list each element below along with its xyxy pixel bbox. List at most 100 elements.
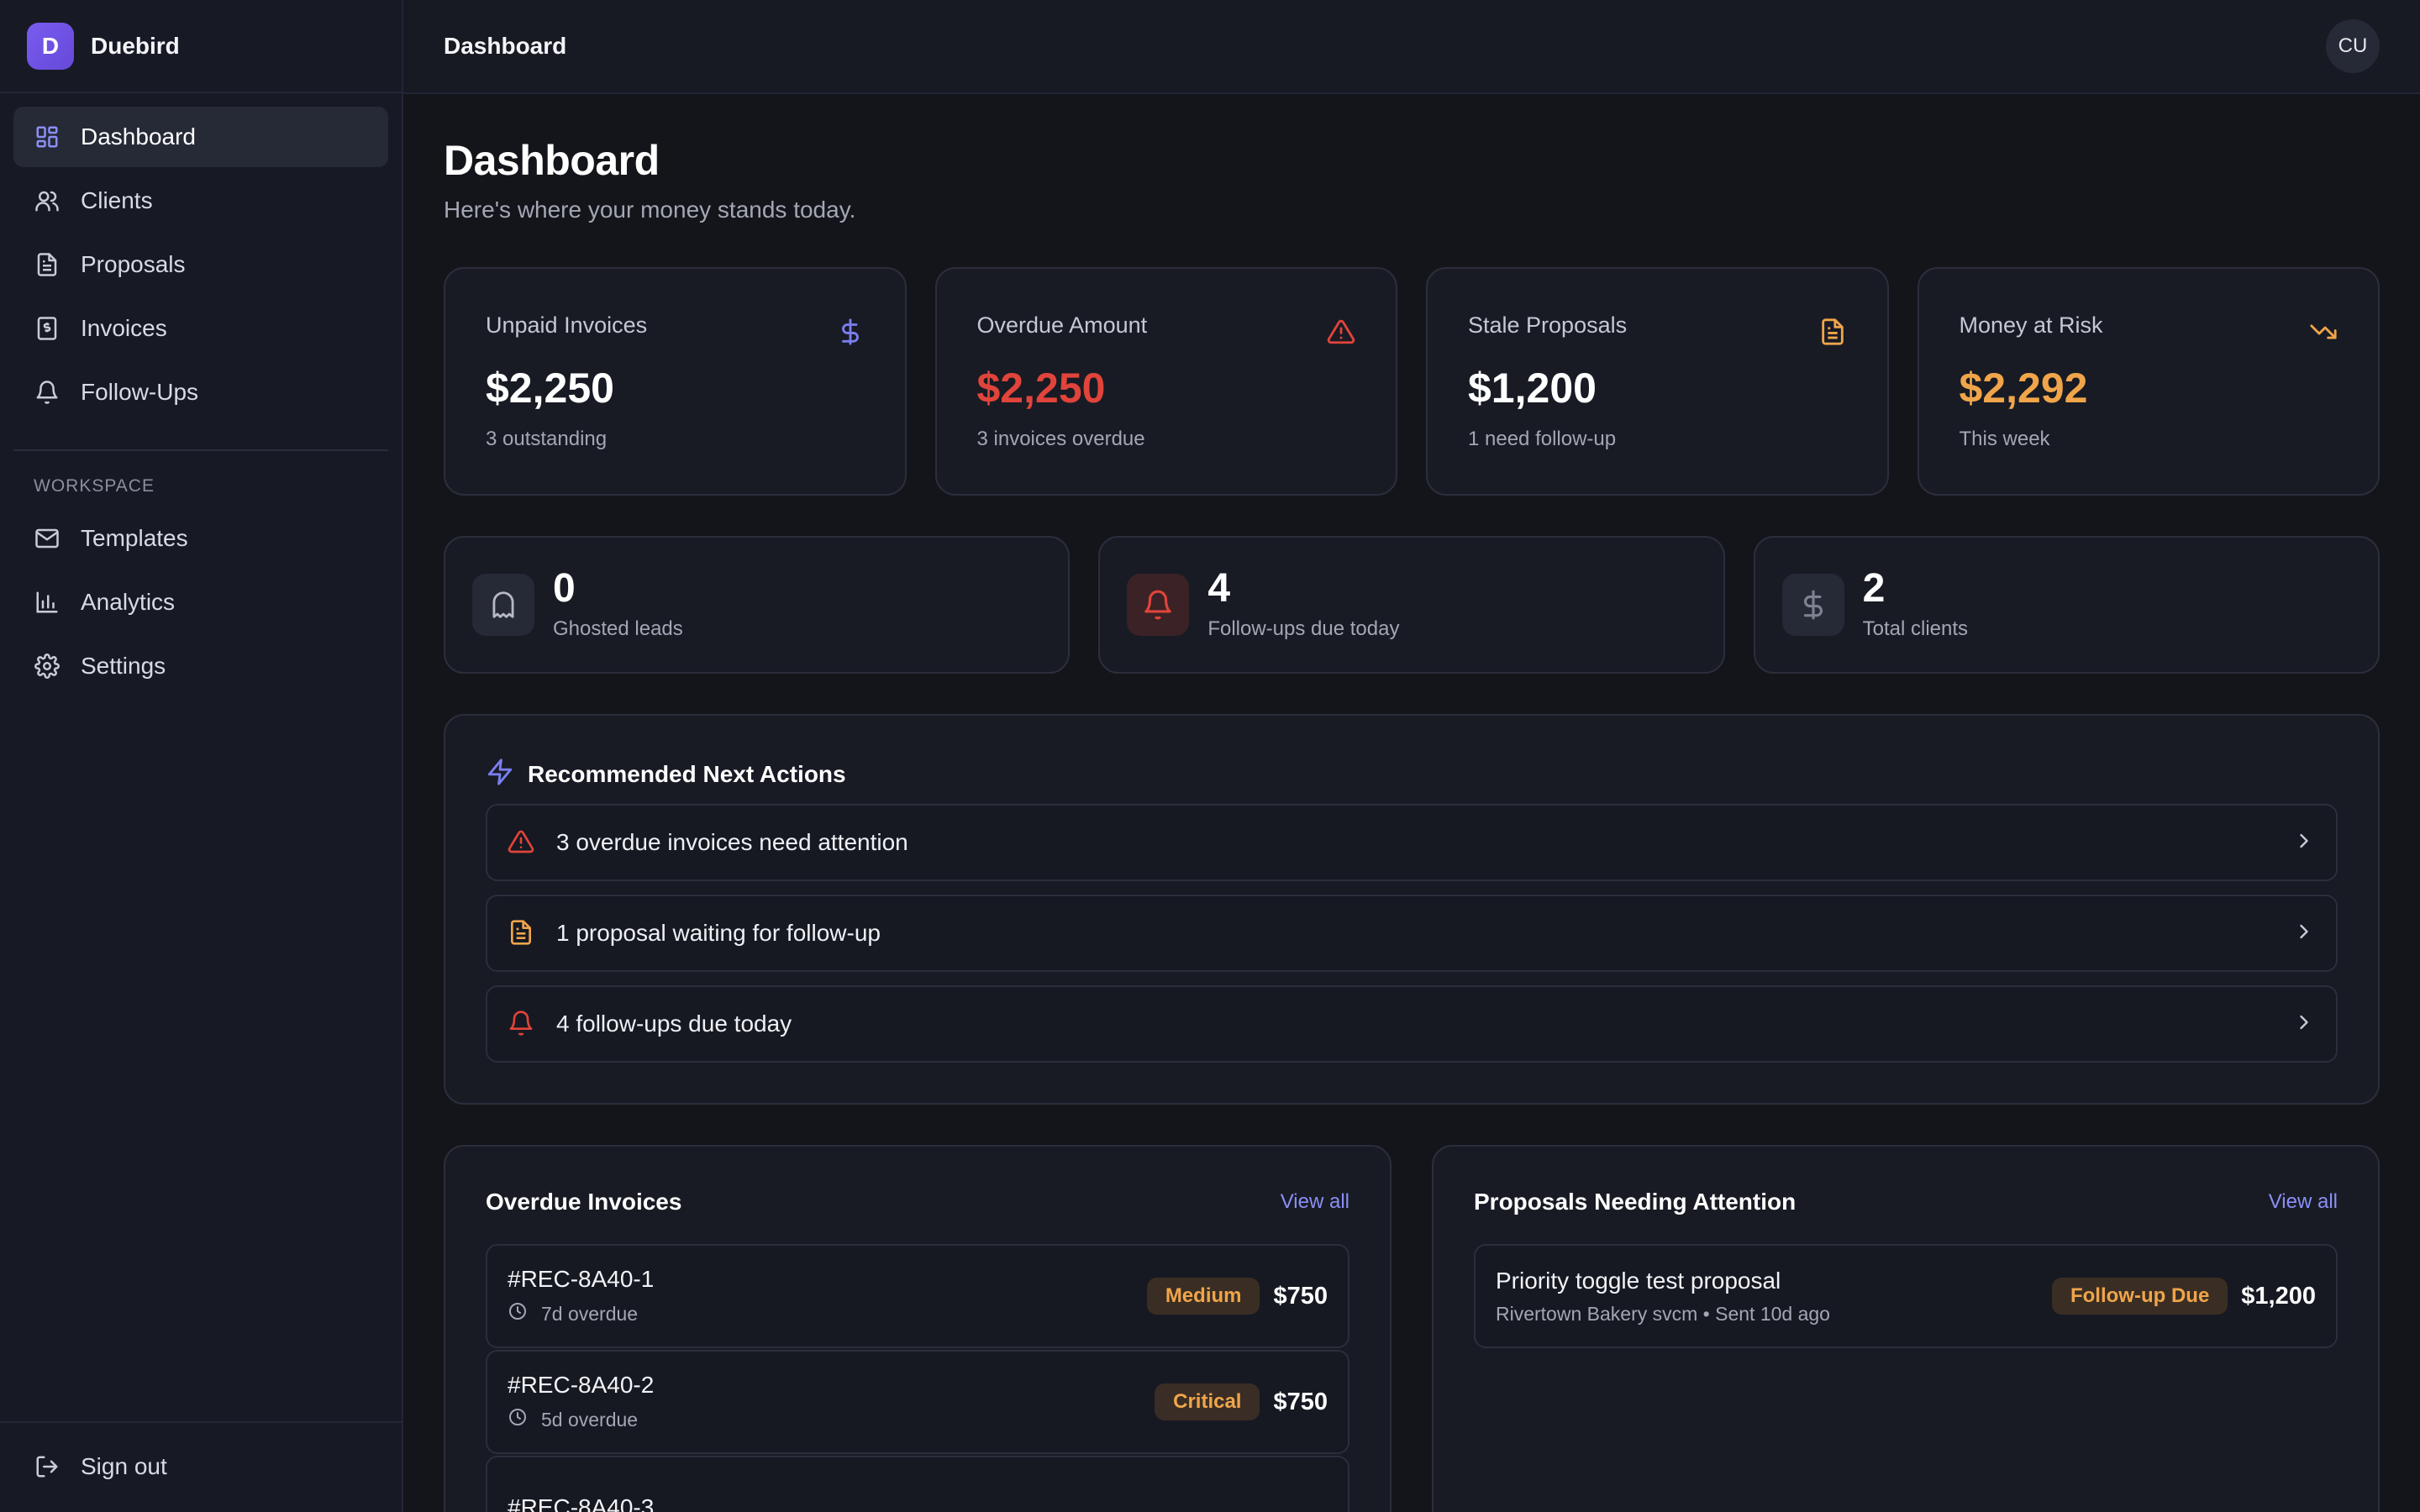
chevron-right-icon: [2292, 829, 2316, 857]
stat-value: $2,250: [486, 365, 614, 412]
sidebar-item-label: Follow-Ups: [81, 379, 199, 405]
sidebar-item-label: Settings: [81, 653, 166, 679]
sidebar-item-dashboard[interactable]: Dashboard: [13, 107, 388, 167]
action-row-overdue-invoices[interactable]: 3 overdue invoices need attention: [486, 804, 2338, 881]
recommended-actions: Recommended Next Actions 3 overdue invoi…: [444, 714, 2380, 1105]
stat-card-unpaid-invoices[interactable]: Unpaid Invoices $2,250 3 outstanding: [444, 267, 907, 496]
proposals-panel: Proposals Needing Attention View all Pri…: [1432, 1145, 2380, 1512]
sidebar-item-analytics[interactable]: Analytics: [13, 572, 388, 633]
bell-icon: [34, 379, 60, 406]
overdue-invoices-panel: Overdue Invoices View all #REC-8A40-1 7d…: [444, 1145, 1392, 1512]
view-all-link[interactable]: View all: [2269, 1190, 2338, 1214]
stat-label: Unpaid Invoices: [486, 312, 648, 338]
panel-title: Overdue Invoices: [486, 1189, 682, 1215]
actions-header: Recommended Next Actions: [486, 758, 2338, 790]
sidebar-item-templates[interactable]: Templates: [13, 508, 388, 569]
nav-divider: [13, 449, 388, 451]
action-row-follow-ups-due[interactable]: 4 follow-ups due today: [486, 985, 2338, 1063]
action-row-proposal-follow-up[interactable]: 1 proposal waiting for follow-up: [486, 895, 2338, 972]
sidebar-item-label: Dashboard: [81, 123, 196, 150]
chevron-right-icon: [2292, 1011, 2316, 1038]
mini-card-follow-ups-due[interactable]: 4 Follow-ups due today: [1098, 536, 1725, 674]
zap-icon: [486, 758, 528, 790]
bar-chart-icon: [34, 589, 60, 616]
invoice-id: #REC-8A40-2: [508, 1372, 655, 1398]
sidebar-item-clients[interactable]: Clients: [13, 171, 388, 231]
sidebar: D Duebird Dashboard Clients Proposals In…: [0, 0, 403, 1512]
invoice-row[interactable]: #REC-8A40-1 7d overdue Medium $750: [486, 1244, 1349, 1348]
mini-value: 2: [1862, 566, 1886, 611]
users-icon: [34, 187, 60, 214]
stat-card-stale-proposals[interactable]: Stale Proposals $1,200 1 need follow-up: [1426, 267, 1889, 496]
invoice-id: #REC-8A40-3: [508, 1494, 655, 1512]
mail-icon: [34, 525, 60, 552]
bell-icon: [1127, 574, 1190, 636]
ghost-icon: [472, 574, 534, 636]
brand[interactable]: D Duebird: [0, 0, 402, 93]
avatar[interactable]: CU: [2326, 19, 2380, 73]
invoice-row[interactable]: #REC-8A40-2 5d overdue Critical $750: [486, 1350, 1349, 1454]
severity-badge: Critical: [1155, 1383, 1260, 1420]
chevron-right-icon: [2292, 920, 2316, 948]
stats-row: Unpaid Invoices $2,250 3 outstanding Ove…: [444, 267, 2380, 496]
mini-stats-row: 0 Ghosted leads 4 Follow-ups due today 2…: [444, 536, 2380, 674]
gear-icon: [34, 653, 60, 680]
actions-title: Recommended Next Actions: [528, 760, 846, 787]
page-title: Dashboard: [444, 137, 660, 184]
invoice-overdue-text: 7d overdue: [541, 1302, 639, 1325]
stat-sub: 1 need follow-up: [1468, 428, 1617, 450]
stat-sub: 3 outstanding: [486, 428, 608, 450]
nav-section-label: WORKSPACE: [34, 476, 155, 496]
sidebar-item-label: Analytics: [81, 589, 176, 615]
proposal-amount: $1,200: [2241, 1282, 2316, 1310]
invoice-amount: $750: [1273, 1282, 1328, 1310]
stat-sub: 3 invoices overdue: [976, 428, 1145, 450]
mini-card-total-clients[interactable]: 2 Total clients: [1753, 536, 2380, 674]
proposal-row[interactable]: Priority toggle test proposal Rivertown …: [1474, 1244, 2338, 1348]
topbar-title: Dashboard: [444, 33, 567, 59]
trending-down-icon: [2309, 318, 2338, 346]
stat-label: Overdue Amount: [976, 312, 1148, 338]
dashboard-icon: [34, 123, 60, 150]
action-text: 1 proposal waiting for follow-up: [556, 920, 881, 946]
stat-card-overdue-amount[interactable]: Overdue Amount $2,250 3 invoices overdue: [934, 267, 1397, 496]
clock-icon: [508, 1407, 541, 1432]
invoice-overdue-text: 5d overdue: [541, 1408, 639, 1431]
mini-card-ghosted-leads[interactable]: 0 Ghosted leads: [444, 536, 1071, 674]
status-badge: Follow-up Due: [2051, 1278, 2228, 1315]
stat-sub: This week: [1959, 428, 2050, 450]
clock-icon: [508, 1301, 541, 1326]
mini-label: Total clients: [1862, 617, 1969, 640]
panel-title: Proposals Needing Attention: [1474, 1189, 1797, 1215]
sign-out-button[interactable]: Sign out: [13, 1436, 388, 1497]
sidebar-item-follow-ups[interactable]: Follow-Ups: [13, 362, 388, 423]
stat-value: $1,200: [1468, 365, 1597, 412]
stat-card-money-at-risk[interactable]: Money at Risk $2,292 This week: [1917, 267, 2380, 496]
sidebar-item-label: Clients: [81, 187, 153, 213]
alert-triangle-icon: [1327, 318, 1355, 346]
sidebar-item-label: Proposals: [81, 251, 186, 277]
invoice-row[interactable]: #REC-8A40-3: [486, 1456, 1349, 1512]
brand-logo: D: [27, 22, 74, 70]
sidebar-item-invoices[interactable]: Invoices: [13, 298, 388, 359]
dollar-icon: [836, 318, 865, 346]
stat-label: Money at Risk: [1959, 312, 2103, 338]
stat-value: $2,250: [976, 365, 1106, 412]
sign-out-label: Sign out: [81, 1453, 167, 1479]
main-content: Dashboard CU Dashboard Here's where your…: [403, 0, 2420, 1512]
severity-badge: Medium: [1146, 1278, 1260, 1315]
sidebar-item-settings[interactable]: Settings: [13, 636, 388, 696]
file-text-icon: [34, 251, 60, 278]
mini-label: Ghosted leads: [553, 617, 683, 640]
view-all-link[interactable]: View all: [1281, 1190, 1349, 1214]
alert-triangle-icon: [508, 828, 536, 857]
sidebar-item-label: Invoices: [81, 315, 167, 341]
proposal-meta: Rivertown Bakery svcm • Sent 10d ago: [1496, 1302, 1830, 1325]
sidebar-item-proposals[interactable]: Proposals: [13, 234, 388, 295]
mini-value: 4: [1207, 566, 1231, 611]
action-text: 4 follow-ups due today: [556, 1011, 792, 1037]
invoice-amount: $750: [1273, 1388, 1328, 1415]
log-out-icon: [34, 1453, 60, 1480]
panel-header: Proposals Needing Attention View all: [1474, 1189, 2338, 1215]
bottom-panels: Overdue Invoices View all #REC-8A40-1 7d…: [444, 1145, 2380, 1512]
